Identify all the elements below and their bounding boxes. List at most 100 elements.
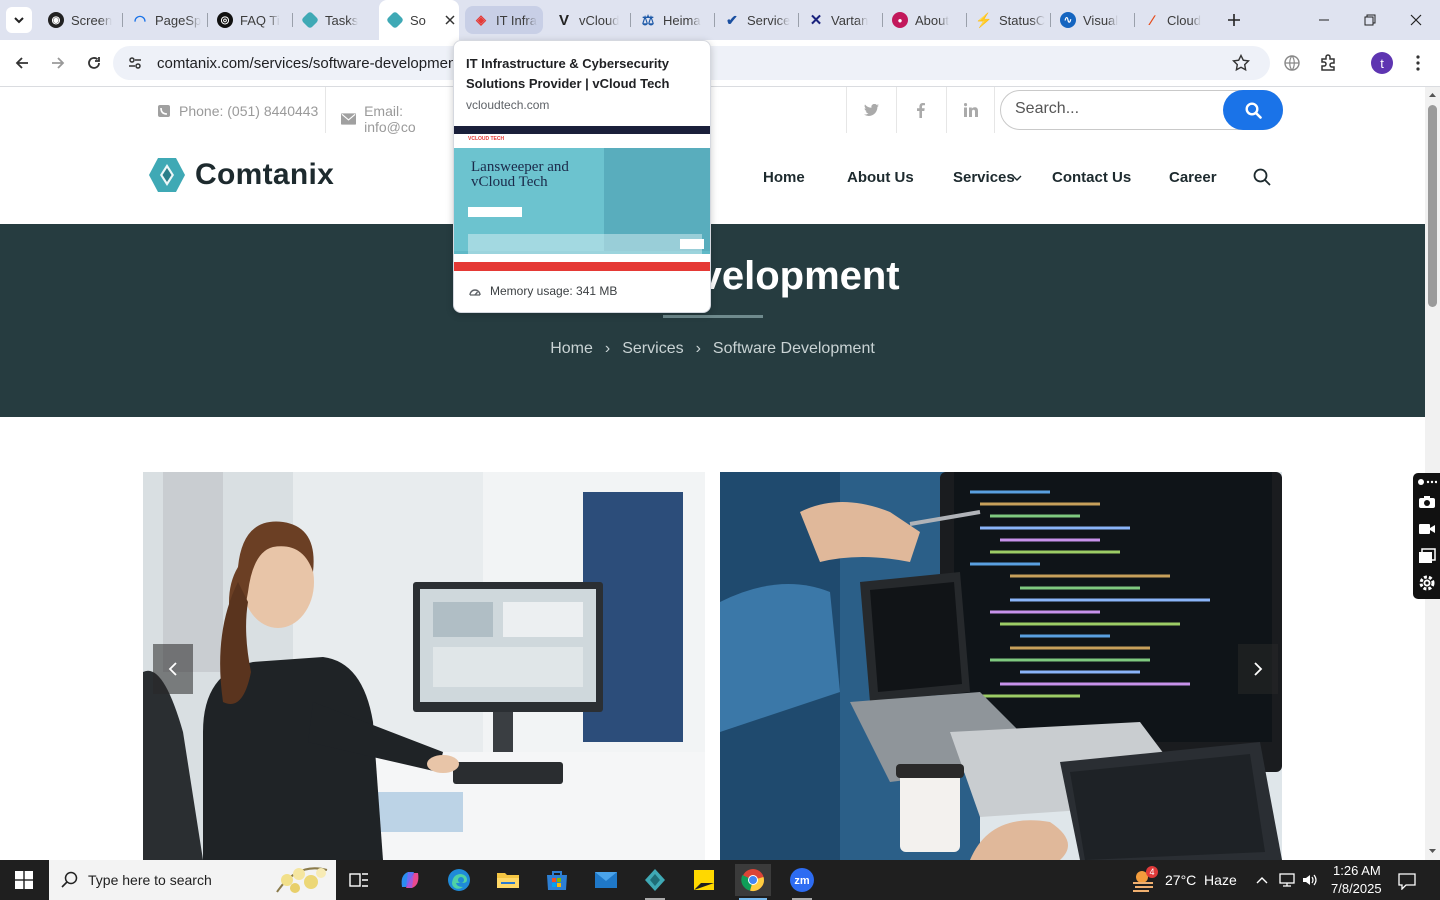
tab-hover-card: IT Infrastructure & Cybersecurity Soluti… (453, 40, 711, 313)
hover-card-thumb-heading: Lansweeper and vCloud Tech (471, 159, 569, 190)
copilot-app[interactable] (394, 864, 426, 896)
task-view-button[interactable] (343, 864, 375, 896)
site-search-button[interactable] (1223, 90, 1283, 130)
restore-button[interactable] (1347, 0, 1393, 40)
profile-button[interactable]: t (1370, 51, 1394, 75)
tab-faq[interactable]: ◎ FAQ Ti (209, 6, 289, 34)
gallery-prev-button[interactable] (153, 644, 193, 694)
svg-text:zm: zm (794, 875, 810, 887)
sticky-notes-app[interactable] (688, 864, 720, 896)
back-button[interactable] (10, 51, 34, 75)
nav-contact-us[interactable]: Contact Us (1052, 169, 1131, 186)
bookmark-star-icon[interactable] (1232, 54, 1250, 72)
windows-logo-icon (15, 871, 33, 889)
tab-screen[interactable]: ◉ Screen (40, 6, 120, 34)
mail-app[interactable] (590, 864, 622, 896)
tab-vcloud[interactable]: V vCloud (548, 6, 628, 34)
comtanix-pinned-app[interactable] (639, 864, 671, 900)
gallery-next-button[interactable] (1238, 644, 1278, 694)
hover-card-title: IT Infrastructure & Cybersecurity Soluti… (466, 56, 670, 91)
nav-services[interactable]: Services (953, 169, 1015, 186)
hover-card-thumb-logo: VCLOUD TECH (468, 136, 505, 142)
store-app[interactable] (541, 864, 573, 896)
new-tab-button[interactable] (1222, 8, 1246, 32)
breadcrumb-services[interactable]: Services (622, 340, 683, 357)
gear-icon[interactable] (1418, 574, 1436, 592)
menu-button[interactable] (1406, 51, 1430, 75)
camera-icon[interactable] (1418, 495, 1436, 509)
v-icon: V (558, 11, 569, 29)
tab-vartana[interactable]: ✕ Vartan (800, 6, 880, 34)
capture-toolbar (1413, 473, 1440, 599)
breadcrumb-home[interactable]: Home (550, 340, 593, 357)
weather-text: 27°C Haze (1165, 872, 1237, 888)
tab-separator (966, 13, 967, 27)
nav-home[interactable]: Home (763, 169, 805, 186)
tab-label: Service (747, 12, 791, 28)
url-text[interactable]: comtanix.com/services/software-developme… (157, 55, 465, 72)
scrollbar-thumb[interactable] (1428, 105, 1437, 307)
tab-service[interactable]: ✔ Service (716, 6, 796, 34)
clock-time[interactable]: 1:26 AM (1333, 863, 1381, 878)
forward-button[interactable] (46, 51, 70, 75)
restore-icon (1364, 14, 1376, 26)
translate-button[interactable] (1280, 51, 1304, 75)
clock-date[interactable]: 7/8/2025 (1331, 881, 1382, 896)
edge-icon (448, 869, 470, 891)
tab-label: Heima (663, 12, 701, 28)
scroll-down-icon[interactable] (1425, 845, 1440, 857)
tab-about[interactable]: ● About (884, 6, 964, 34)
close-window-button[interactable] (1393, 0, 1439, 40)
page-title: evelopment (677, 254, 900, 298)
minimize-button[interactable] (1301, 0, 1347, 40)
tab-heimat[interactable]: ⚖ Heima (632, 6, 712, 34)
tab-tasks[interactable]: Tasks (294, 6, 374, 34)
linkedin-link[interactable] (960, 101, 982, 119)
email-contact[interactable]: Email: info@co (341, 103, 453, 135)
site-search-input[interactable] (1015, 100, 1215, 118)
gallery-image-developer-code (720, 472, 1282, 860)
phone-contact[interactable]: Phone: (051) 8440443 (157, 103, 318, 119)
video-camera-icon[interactable] (1418, 522, 1436, 536)
reload-button[interactable] (82, 51, 106, 75)
nav-search-button[interactable] (1253, 168, 1271, 186)
search-highlight-icon (276, 867, 328, 893)
site-info-icon[interactable] (127, 55, 143, 71)
network-icon[interactable] (1278, 872, 1296, 888)
tab-separator (122, 13, 123, 27)
tab-active-software[interactable]: So (379, 0, 459, 40)
gallery-image-woman-at-computer (143, 472, 705, 860)
chevron-up-icon[interactable] (1255, 875, 1269, 885)
comtanix-icon (385, 10, 405, 30)
close-icon[interactable] (445, 15, 455, 25)
gallery-icon[interactable] (1418, 548, 1436, 564)
tab-cloud[interactable]: ∕ Cloud (1136, 6, 1216, 34)
taskbar-search-box[interactable]: Type here to search (49, 860, 336, 900)
tab-search-button[interactable] (6, 7, 32, 33)
tab-visual[interactable]: ∿ Visual (1052, 6, 1132, 34)
notifications-icon[interactable] (1397, 872, 1417, 890)
edge-app[interactable] (443, 864, 475, 896)
chevron-down-icon (1012, 175, 1022, 181)
tab-status[interactable]: ⚡ StatusC (968, 6, 1048, 34)
email-text: Email: info@co (364, 103, 416, 135)
volume-icon[interactable] (1301, 872, 1319, 888)
start-button[interactable] (0, 860, 48, 900)
chrome-app[interactable] (735, 864, 771, 900)
nav-career[interactable]: Career (1169, 169, 1217, 186)
pin-icon[interactable] (1417, 477, 1437, 487)
zoom-app[interactable]: zm (786, 864, 818, 900)
twitter-link[interactable] (860, 101, 882, 119)
back-arrow-icon (15, 57, 28, 69)
site-logo[interactable]: Comtanix (148, 157, 334, 193)
scroll-up-icon[interactable] (1425, 89, 1440, 101)
page-hero: evelopment Home › Services › Software Develo… (0, 224, 1425, 417)
tab-it-infra[interactable]: ◈ IT Infra (465, 6, 543, 34)
weather-widget[interactable]: 4 27°C Haze (1128, 860, 1238, 900)
file-explorer-app[interactable] (492, 864, 524, 896)
extensions-button[interactable] (1316, 51, 1340, 75)
tab-pagespeed[interactable]: ◠ PageSp (124, 6, 204, 34)
facebook-link[interactable] (910, 101, 932, 119)
nav-about-us[interactable]: About Us (847, 169, 914, 186)
avatar: t (1371, 52, 1393, 74)
